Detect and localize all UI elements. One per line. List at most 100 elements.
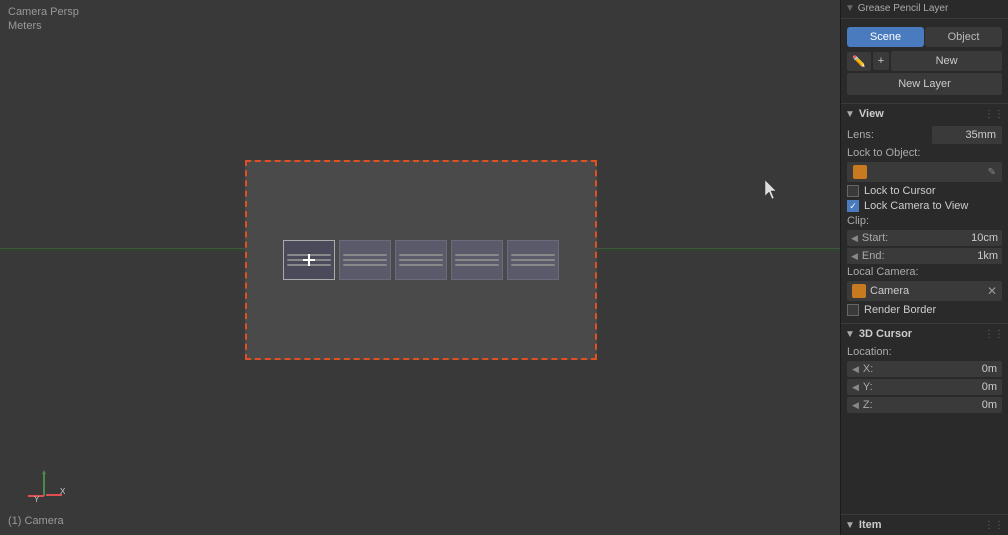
frame-line	[343, 254, 387, 256]
lock-camera-row: ✓ Lock Camera to View	[847, 200, 1002, 212]
render-border-checkbox[interactable]	[847, 304, 859, 316]
frame-line	[343, 259, 387, 261]
cursor-x-value: 0m	[982, 363, 997, 375]
item-toggle-icon: ▼	[845, 520, 855, 531]
frame-line	[455, 264, 499, 266]
tab-object[interactable]: Object	[925, 27, 1002, 47]
lock-to-cursor-row: Lock to Cursor	[847, 185, 1002, 197]
lens-label: Lens:	[847, 129, 874, 141]
frame-line	[511, 264, 555, 266]
frame-line	[455, 254, 499, 256]
view-section-title: View	[859, 108, 884, 120]
viewport-header: Camera Persp Meters	[8, 6, 79, 32]
cursor-z-label: Z:	[863, 399, 982, 411]
timeline-frame-2	[339, 240, 391, 280]
axes-indicator: Y X	[20, 460, 68, 511]
tab-scene[interactable]: Scene	[847, 27, 924, 47]
pencil-icon-btn[interactable]: ✏️	[847, 52, 871, 71]
frame-line	[455, 259, 499, 261]
cursor-toggle-icon: ▼	[845, 329, 855, 340]
edit-icon-small: ✎	[988, 167, 996, 178]
viewport-units: Meters	[8, 20, 79, 32]
cursor-y-value: 0m	[982, 381, 997, 393]
object-icon	[853, 165, 867, 179]
clip-label-row: Clip:	[847, 215, 1002, 227]
cursor-x-arrow: ◀	[852, 364, 859, 375]
lens-row: Lens:	[847, 126, 1002, 144]
cursor-section-title-row: ▼ 3D Cursor	[845, 328, 912, 340]
clear-camera-button[interactable]: ✕	[987, 284, 997, 298]
cursor-z-arrow: ◀	[852, 400, 859, 411]
cursor-z-row[interactable]: ◀ Z: 0m	[847, 397, 1002, 413]
camera-status-label: (1) Camera	[8, 515, 64, 527]
cursor-z-value: 0m	[982, 399, 997, 411]
render-border-row: Render Border	[847, 304, 1002, 316]
viewport-title: Camera Persp	[8, 6, 79, 18]
lock-to-cursor-checkbox[interactable]	[847, 185, 859, 197]
svg-text:Y: Y	[34, 495, 40, 504]
clip-end-label: End:	[862, 250, 977, 262]
tab-row: Scene Object	[847, 27, 1002, 47]
render-border-label: Render Border	[864, 304, 936, 316]
view-section-content: Lens: Lock to Object: ✎ Lock to Cursor ✓…	[841, 124, 1008, 323]
new-button[interactable]: New	[891, 51, 1002, 71]
frame-line	[343, 264, 387, 266]
new-layer-button[interactable]: New Layer	[847, 73, 1002, 95]
grease-pencil-label: ▼ Grease Pencil Layer	[841, 0, 1008, 19]
timeline-strip	[273, 240, 569, 280]
lens-input[interactable]	[932, 126, 1002, 144]
timeline-frame-4	[451, 240, 503, 280]
clip-start-value: 10cm	[971, 232, 998, 244]
item-section-header[interactable]: ▼ Item ⋮⋮	[841, 514, 1008, 535]
clip-label: Clip:	[847, 215, 869, 227]
view-section-title-row: ▼ View	[845, 108, 884, 120]
cursor-section-header[interactable]: ▼ 3D Cursor ⋮⋮	[841, 323, 1008, 344]
local-camera-label-row: Local Camera:	[847, 266, 1002, 278]
cursor-y-arrow: ◀	[852, 382, 859, 393]
view-section-header[interactable]: ▼ View ⋮⋮	[841, 103, 1008, 124]
item-section-title-row: ▼ Item	[845, 519, 882, 531]
cursor-x-label: X:	[863, 363, 982, 375]
cursor-section-dots[interactable]: ⋮⋮	[984, 329, 1004, 340]
clip-end-row[interactable]: ◀ End: 1km	[847, 248, 1002, 264]
item-section-title: Item	[859, 519, 882, 531]
cursor-section-title: 3D Cursor	[859, 328, 912, 340]
view-section-dots[interactable]: ⋮⋮	[984, 109, 1004, 120]
camera-name: Camera	[870, 285, 987, 297]
frame-line	[511, 259, 555, 261]
crosshair	[303, 254, 315, 266]
viewport[interactable]: Camera Persp Meters	[0, 0, 840, 535]
lock-camera-label: Lock Camera to View	[864, 200, 968, 212]
lock-object-row: ✎	[847, 162, 1002, 182]
cursor-y-label: Y:	[863, 381, 982, 393]
item-section-dots[interactable]: ⋮⋮	[984, 520, 1004, 531]
local-camera-label: Local Camera:	[847, 266, 919, 278]
clip-start-row[interactable]: ◀ Start: 10cm	[847, 230, 1002, 246]
frame-line	[399, 259, 443, 261]
lock-to-object-label: Lock to Object:	[847, 147, 920, 159]
add-icon-btn[interactable]: +	[873, 52, 889, 70]
right-panel: ▼ Grease Pencil Layer Scene Object ✏️ + …	[840, 0, 1008, 535]
view-toggle-icon: ▼	[845, 109, 855, 120]
location-label-row: Location:	[847, 346, 1002, 358]
camera-frame	[245, 160, 597, 360]
timeline-frame-1	[283, 240, 335, 280]
cursor-section-content: Location: ◀ X: 0m ◀ Y: 0m ◀ Z: 0m	[841, 344, 1008, 419]
clip-end-arrow: ◀	[851, 251, 858, 262]
svg-text:X: X	[60, 487, 66, 496]
panel-top: Scene Object ✏️ + New New Layer	[841, 23, 1008, 103]
frame-line	[399, 254, 443, 256]
local-camera-row: Camera ✕	[847, 281, 1002, 301]
cursor-x-row[interactable]: ◀ X: 0m	[847, 361, 1002, 377]
new-row: ✏️ + New	[847, 51, 1002, 71]
timeline-frame-3	[395, 240, 447, 280]
clip-end-value: 1km	[977, 250, 998, 262]
clip-start-arrow: ◀	[851, 233, 858, 244]
lock-object-field[interactable]: ✎	[847, 162, 1002, 182]
frame-line	[511, 254, 555, 256]
lock-camera-checkbox[interactable]: ✓	[847, 200, 859, 212]
frame-line	[399, 264, 443, 266]
cursor-y-row[interactable]: ◀ Y: 0m	[847, 379, 1002, 395]
bottom-status: (1) Camera	[8, 515, 64, 527]
lock-to-cursor-label: Lock to Cursor	[864, 185, 936, 197]
